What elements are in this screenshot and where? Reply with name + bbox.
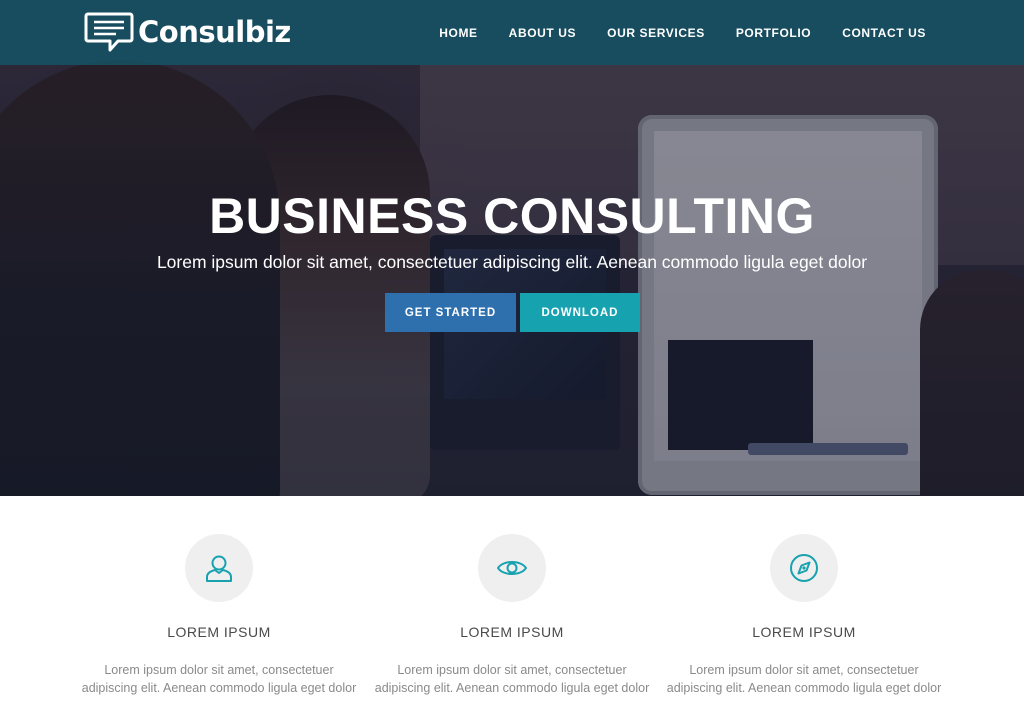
compass-icon (790, 554, 818, 582)
hero-subtitle: Lorem ipsum dolor sit amet, consectetuer… (156, 252, 868, 272)
nav-item-our-services[interactable]: OUR SERVICES (607, 26, 705, 40)
feature-text: Lorem ipsum dolor sit amet, consectetuer… (81, 663, 357, 695)
feature-title: LOREM IPSUM (460, 624, 564, 640)
hero-section (0, 0, 1024, 496)
feature-title: LOREM IPSUM (752, 624, 856, 640)
get-started-button[interactable]: GET STARTED (385, 293, 516, 332)
brand-name: Consulbiz (138, 15, 291, 49)
feature-text: Lorem ipsum dolor sit amet, consectetuer… (666, 663, 942, 695)
feature-icon-circle (770, 534, 838, 602)
nav-item-about-us[interactable]: ABOUT US (509, 26, 576, 40)
chat-bubble-icon (84, 12, 134, 52)
eye-icon (497, 561, 527, 575)
feature-icon-circle (185, 534, 253, 602)
nav-item-home[interactable]: HOME (439, 26, 477, 40)
user-icon (206, 555, 232, 582)
navbar: Consulbiz HOME ABOUT US OUR SERVICES POR… (0, 0, 1024, 65)
hero-overlay (0, 0, 1024, 496)
feature-text: Lorem ipsum dolor sit amet, consectetuer… (374, 663, 650, 695)
hero-title: BUSINESS CONSULTING (209, 188, 815, 244)
feature-icon-circle (478, 534, 546, 602)
brand-logo[interactable]: Consulbiz (84, 11, 291, 53)
main-nav: HOME ABOUT US OUR SERVICES PORTFOLIO CON… (439, 0, 926, 65)
download-button[interactable]: DOWNLOAD (520, 293, 640, 332)
hero-buttons: GET STARTED DOWNLOAD (385, 293, 640, 332)
features-section: LOREM IPSUM Lorem ipsum dolor sit amet, … (0, 496, 1024, 717)
nav-item-contact-us[interactable]: CONTACT US (842, 26, 926, 40)
feature-title: LOREM IPSUM (167, 624, 271, 640)
nav-item-portfolio[interactable]: PORTFOLIO (736, 26, 811, 40)
